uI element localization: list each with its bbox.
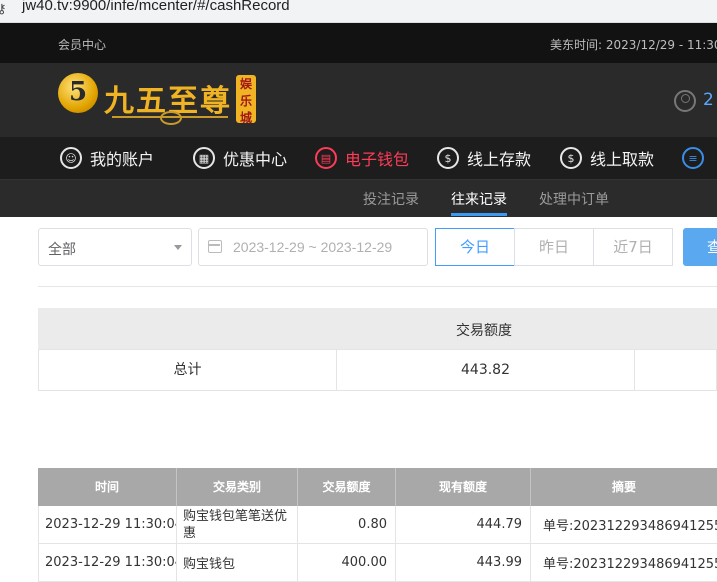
summary-total-label: 总计 bbox=[173, 362, 202, 378]
tab-bet-records[interactable]: 投注记录 bbox=[363, 189, 419, 209]
logo-tag-char: 娱 bbox=[239, 77, 252, 91]
quick-7days-button[interactable]: 近7日 bbox=[593, 228, 673, 266]
active-tab-indicator bbox=[451, 213, 507, 216]
wallet-icon: ▤ bbox=[315, 147, 337, 169]
summary-row: 总计 443.82 bbox=[38, 349, 717, 391]
table-row: 2023-12-29 11:30:04 购宝钱包笔笔送优惠 0.80 444.7… bbox=[38, 506, 717, 544]
nav-e-wallet[interactable]: ▤ 电子钱包 bbox=[315, 145, 409, 171]
search-button[interactable]: 查 bbox=[683, 228, 717, 266]
cell-type: 购宝钱包笔笔送优惠 bbox=[177, 506, 298, 543]
cell-balance: 443.99 bbox=[396, 544, 531, 581]
site-info-icon[interactable]: ⚷ bbox=[0, 3, 7, 17]
nav-label: 电子钱包 bbox=[345, 150, 410, 169]
url-text[interactable]: jw40.tv:9900/infe/mcenter/#/cashRecord bbox=[22, 0, 290, 14]
summary-header-label: 交易额度 bbox=[456, 323, 512, 339]
chevron-down-icon bbox=[174, 245, 182, 250]
table-row: 2023-12-29 11:30:04 购宝钱包 400.00 443.99 单… bbox=[38, 544, 717, 582]
quick-yesterday-button[interactable]: 昨日 bbox=[514, 228, 594, 266]
nav-promotions[interactable]: ▦ 优惠中心 bbox=[193, 145, 287, 171]
transaction-type-select[interactable]: 全部 bbox=[38, 228, 192, 266]
cell-time: 2023-12-29 11:30:04 bbox=[39, 506, 177, 543]
nav-my-account[interactable]: ☺ 我的账户 bbox=[60, 145, 154, 171]
gift-icon: ▦ bbox=[193, 147, 215, 169]
summary-total-value: 443.82 bbox=[461, 362, 510, 378]
quick-today-button[interactable]: 今日 bbox=[435, 228, 515, 266]
divider bbox=[38, 286, 717, 287]
user-account-number[interactable]: 2 bbox=[703, 90, 714, 110]
main-nav: ☺ 我的账户 ▦ 优惠中心 ▤ 电子钱包 $ 线上存款 $ 线上取款 ≡ bbox=[0, 137, 717, 180]
select-value: 全部 bbox=[48, 242, 76, 258]
cell-amount: 0.80 bbox=[298, 506, 396, 543]
user-avatar-icon[interactable] bbox=[674, 90, 696, 112]
nav-more[interactable]: ≡ bbox=[682, 145, 712, 171]
record-icon: ≡ bbox=[682, 147, 704, 169]
date-range-picker[interactable]: 2023-12-29 ~ 2023-12-29 bbox=[198, 228, 428, 266]
logo-flourish-ornament bbox=[160, 111, 182, 125]
column-header: 时间 bbox=[38, 468, 177, 506]
top-strip: 会员中心 美东时间: 2023/12/29 - 11:30 bbox=[0, 23, 717, 63]
column-header: 现有额度 bbox=[396, 468, 531, 506]
date-range-text: 2023-12-29 ~ 2023-12-29 bbox=[233, 239, 393, 255]
calendar-icon bbox=[208, 240, 222, 253]
nav-label: 线上取款 bbox=[590, 150, 655, 169]
detail-table-header: 时间 交易类别 交易额度 现有额度 摘要 bbox=[38, 468, 717, 506]
cell-memo: 单号:202312293486941255 bbox=[543, 519, 717, 534]
member-center-link[interactable]: 会员中心 bbox=[58, 36, 106, 53]
cell-amount: 400.00 bbox=[298, 544, 396, 581]
user-circle-icon: ☺ bbox=[60, 147, 82, 169]
cell-balance: 444.79 bbox=[396, 506, 531, 543]
summary-header: 交易额度 bbox=[38, 308, 717, 349]
tab-transaction-records[interactable]: 往来记录 bbox=[451, 189, 507, 209]
cell-type: 购宝钱包 bbox=[177, 544, 298, 581]
logo-tag-char: 城 bbox=[239, 111, 252, 125]
site-header: 5 九五至尊 娱 乐 城 2 bbox=[0, 63, 717, 137]
deposit-icon: $ bbox=[437, 147, 459, 169]
column-header: 摘要 bbox=[611, 480, 636, 494]
cell-divider bbox=[634, 350, 635, 390]
logo-tag-char: 乐 bbox=[239, 94, 252, 108]
nav-label: 线上存款 bbox=[467, 150, 532, 169]
nav-label: 优惠中心 bbox=[223, 150, 288, 169]
sub-nav: 投注记录 往来记录 处理中订单 bbox=[0, 180, 717, 217]
withdraw-icon: $ bbox=[560, 147, 582, 169]
nav-online-deposit[interactable]: $ 线上存款 bbox=[437, 145, 531, 171]
eastern-time-display: 美东时间: 2023/12/29 - 11:30 bbox=[550, 38, 717, 52]
nav-label: 我的账户 bbox=[90, 150, 155, 169]
logo-tag: 娱 乐 城 bbox=[236, 75, 256, 125]
browser-address-bar[interactable]: ⚷ jw40.tv:9900/infe/mcenter/#/cashRecord bbox=[0, 0, 717, 23]
cell-memo: 单号:202312293486941255 bbox=[543, 557, 717, 572]
cell-time: 2023-12-29 11:30:04 bbox=[39, 544, 177, 581]
column-header: 交易额度 bbox=[298, 468, 396, 506]
column-header: 交易类别 bbox=[177, 468, 298, 506]
tab-pending-orders[interactable]: 处理中订单 bbox=[539, 189, 609, 209]
logo-emblem-icon[interactable]: 5 bbox=[58, 73, 98, 113]
nav-online-withdraw[interactable]: $ 线上取款 bbox=[560, 145, 654, 171]
